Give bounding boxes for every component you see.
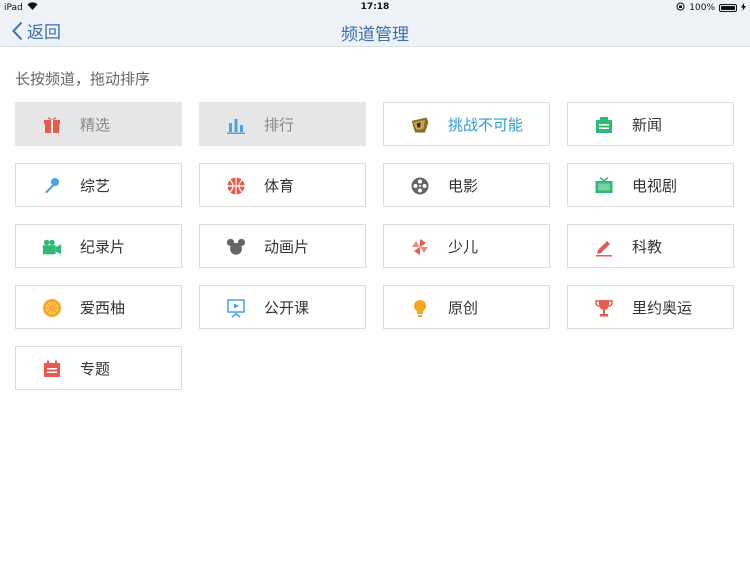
charging-icon — [741, 2, 746, 14]
channel-tile-kejiao[interactable]: 科教 — [567, 224, 734, 268]
video-camera-icon — [42, 237, 62, 257]
channel-label: 爱西柚 — [80, 299, 126, 317]
channel-label: 动画片 — [264, 238, 310, 256]
channel-label: 电影 — [448, 177, 479, 195]
channel-label: 新闻 — [632, 116, 663, 134]
channel-tile-dianying[interactable]: 电影 — [383, 163, 550, 207]
channel-tile-dianshiju[interactable]: 电视剧 — [567, 163, 734, 207]
channel-label: 体育 — [264, 177, 295, 195]
status-time: 17:18 — [360, 2, 390, 12]
page-title: 频道管理 — [341, 25, 409, 45]
microphone-icon — [42, 176, 62, 196]
channel-label: 里约奥运 — [632, 299, 693, 317]
pencil-icon — [594, 237, 614, 257]
tv-icon — [594, 176, 614, 196]
channel-tile-shaoer[interactable]: 少儿 — [383, 224, 550, 268]
channel-label: 纪录片 — [80, 238, 126, 256]
channel-tile-donghuapian[interactable]: 动画片 — [199, 224, 366, 268]
channel-tile-jilupian[interactable]: 纪录片 — [15, 224, 182, 268]
channel-label: 排行 — [264, 116, 295, 134]
channel-label: 精选 — [80, 116, 111, 134]
channel-label: 公开课 — [264, 299, 310, 317]
orientation-lock-icon — [676, 2, 685, 14]
channel-tile-liyueaoyun[interactable]: 里约奥运 — [567, 285, 734, 329]
pinwheel-icon — [410, 237, 430, 257]
basketball-icon — [226, 176, 246, 196]
sort-hint: 长按频道，拖动排序 — [15, 70, 151, 88]
orange-slice-icon — [42, 298, 62, 318]
channel-label: 综艺 — [80, 177, 111, 195]
channel-tile-paihang[interactable]: 排行 — [199, 102, 366, 146]
navigation-bar: 返回 频道管理 — [0, 14, 750, 47]
channel-tile-tiyu[interactable]: 体育 — [199, 163, 366, 207]
channel-tile-aixiyou[interactable]: 爱西柚 — [15, 285, 182, 329]
status-right: 100% — [676, 2, 746, 14]
calendar-icon — [42, 359, 62, 379]
channel-tile-zongyi[interactable]: 综艺 — [15, 163, 182, 207]
channel-tile-tiaozhan[interactable]: 挑战不可能 — [383, 102, 550, 146]
channel-tile-xinwen[interactable]: 新闻 — [567, 102, 734, 146]
newspaper-icon — [594, 115, 614, 135]
channel-tile-jingxuan[interactable]: 精选 — [15, 102, 182, 146]
challenge-logo-icon — [410, 115, 430, 135]
channel-tile-gongkaike[interactable]: 公开课 — [199, 285, 366, 329]
channel-label: 少儿 — [448, 238, 479, 256]
channel-grid: 精选 排行 挑战不可能 新闻 综艺 体育 电影 电视剧 纪录片 动画片 少儿 科… — [15, 102, 735, 390]
presentation-board-icon — [226, 298, 246, 318]
channel-label: 科教 — [632, 238, 663, 256]
channel-label: 专题 — [80, 360, 111, 378]
lightbulb-icon — [410, 298, 430, 318]
mouse-ears-icon — [226, 237, 246, 257]
film-reel-icon — [410, 176, 430, 196]
channel-label: 电视剧 — [632, 177, 678, 195]
channel-label: 原创 — [448, 299, 479, 317]
status-bar: iPad 17:18 100% — [0, 0, 750, 14]
trophy-icon — [594, 298, 614, 318]
channel-tile-yuanchuang[interactable]: 原创 — [383, 285, 550, 329]
bar-chart-icon — [226, 115, 246, 135]
channel-label: 挑战不可能 — [448, 116, 524, 134]
battery-icon — [719, 4, 737, 12]
channel-tile-zhuanti[interactable]: 专题 — [15, 346, 182, 390]
gift-icon — [42, 115, 62, 135]
battery-percent: 100% — [689, 3, 715, 13]
